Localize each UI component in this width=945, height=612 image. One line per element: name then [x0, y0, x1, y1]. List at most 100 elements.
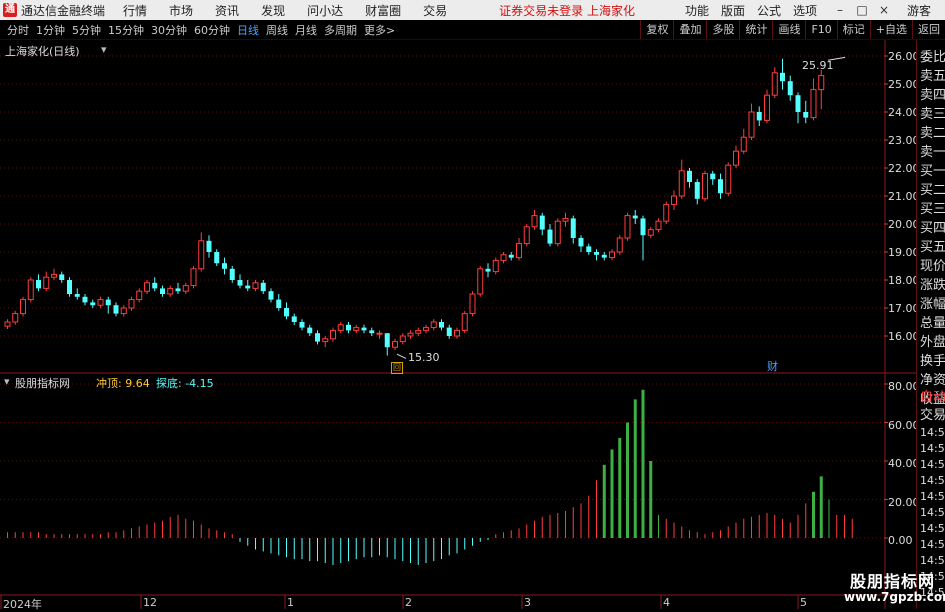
date-label: 3: [524, 596, 531, 609]
side-item-ask1[interactable]: 卖一: [920, 141, 945, 160]
side-item-bid1[interactable]: 买一: [920, 160, 945, 179]
kline-chart[interactable]: [0, 40, 916, 609]
candle-body: [268, 291, 274, 300]
tab-auto[interactable]: 自动: [920, 386, 945, 405]
candle-body: [640, 218, 646, 236]
add-watchlist-button[interactable]: +自选: [869, 20, 912, 39]
period-5min[interactable]: 5分钟: [72, 22, 101, 38]
tab-trade[interactable]: 交易: [920, 404, 945, 423]
candle-body: [562, 217, 569, 222]
side-item-ask3[interactable]: 卖三: [920, 103, 945, 122]
tick-time: 14:56: [920, 458, 945, 471]
candle-body: [764, 94, 770, 121]
candle-body: [678, 170, 685, 197]
draw-line-button[interactable]: 画线: [772, 20, 805, 39]
menu-item-layout[interactable]: 版面: [721, 2, 745, 19]
candle-body: [810, 89, 817, 119]
side-item-bid3[interactable]: 买三: [920, 198, 945, 217]
side-item-bid4[interactable]: 买四: [920, 217, 945, 236]
candle-body: [485, 268, 491, 272]
finance-event-tag[interactable]: 财: [767, 358, 778, 374]
candle-body: [12, 313, 19, 323]
period-multi[interactable]: 多周期: [324, 22, 357, 38]
candle-body: [252, 282, 259, 289]
side-item-turnover[interactable]: 换手: [920, 350, 945, 369]
statistics-button[interactable]: 统计: [739, 20, 772, 39]
price-tick: 18.00: [888, 274, 920, 287]
side-item-outer-volume[interactable]: 外盘: [920, 331, 945, 350]
indicator-options-icon[interactable]: ▾: [4, 375, 10, 388]
candle-body: [190, 268, 197, 287]
candle-body: [392, 341, 398, 348]
price-tick: 24.00: [888, 106, 920, 119]
candle-body: [229, 268, 235, 280]
side-item-ask5[interactable]: 卖五: [920, 65, 945, 84]
menu-item-quotes[interactable]: 行情: [123, 2, 147, 19]
candle-body: [795, 95, 801, 112]
candle-body: [346, 324, 351, 331]
period-monthly[interactable]: 月线: [295, 22, 317, 38]
candle-body: [780, 72, 785, 82]
candle-body: [771, 72, 778, 96]
min-price-label: 15.30: [408, 351, 440, 364]
login-notice[interactable]: 证券交易未登录 上海家化: [499, 2, 635, 19]
candle-body: [260, 282, 266, 292]
period-daily[interactable]: 日线: [237, 22, 259, 38]
menu-item-news[interactable]: 资讯: [215, 2, 239, 19]
side-item-bid5[interactable]: 买五: [920, 236, 945, 255]
period-1min[interactable]: 1分钟: [36, 22, 65, 38]
indicator-bar: [649, 461, 653, 538]
side-item-ask2[interactable]: 卖二: [920, 122, 945, 141]
side-item-change-pct[interactable]: 涨幅: [920, 293, 945, 312]
multi-stock-button[interactable]: 多股: [706, 20, 739, 39]
candle-body: [594, 252, 599, 255]
menu-item-trade[interactable]: 交易: [423, 2, 447, 19]
side-item-price[interactable]: 现价: [920, 255, 945, 274]
toolbar-right-buttons: 复权 叠加 多股 统计 画线 F10 标记 +自选 返回: [640, 20, 945, 39]
period-60min[interactable]: 60分钟: [194, 22, 230, 38]
candle-body: [655, 220, 662, 231]
side-item-commission-ratio[interactable]: 委比: [920, 46, 945, 65]
adjust-button[interactable]: 复权: [640, 20, 673, 39]
app-logo-icon: 通: [3, 3, 17, 17]
candle-body: [237, 280, 243, 286]
indicator-tick: 40.00: [888, 457, 920, 470]
period-more[interactable]: 更多>: [364, 22, 395, 38]
candle-body: [330, 329, 336, 340]
candle-body: [167, 287, 174, 295]
candle-body: [43, 276, 50, 289]
period-weekly[interactable]: 周线: [266, 22, 288, 38]
side-item-bid2[interactable]: 买二: [920, 179, 945, 198]
watermark-url: www.7gpzb.com: [844, 590, 945, 604]
side-item-change[interactable]: 涨跌: [920, 274, 945, 293]
guest-label[interactable]: 游客: [907, 2, 931, 19]
menu-item-functions[interactable]: 功能: [685, 2, 709, 19]
candle-body: [430, 321, 437, 329]
side-item-volume[interactable]: 总量: [920, 312, 945, 331]
overlay-button[interactable]: 叠加: [673, 20, 706, 39]
candle-body: [539, 215, 545, 230]
menu-item-wealth-circle[interactable]: 财富圈: [365, 2, 401, 19]
candle-body: [152, 282, 158, 289]
tick-time: 14:56: [920, 474, 945, 487]
mark-button[interactable]: 标记: [836, 20, 870, 39]
f10-button[interactable]: F10: [805, 20, 836, 39]
chart-options-icon[interactable]: ▾: [101, 43, 107, 56]
side-item-ask4[interactable]: 卖四: [920, 84, 945, 103]
menu-item-market[interactable]: 市场: [169, 2, 193, 19]
close-icon[interactable]: ×: [873, 3, 895, 17]
candle-body: [276, 299, 282, 308]
event-marker-icon[interactable]: 回: [391, 362, 403, 374]
period-timeshare[interactable]: 分时: [7, 22, 29, 38]
maximize-icon[interactable]: □: [851, 3, 873, 17]
period-15min[interactable]: 15分钟: [108, 22, 144, 38]
back-button[interactable]: 返回: [912, 20, 945, 39]
menu-item-discover[interactable]: 发现: [261, 2, 285, 19]
quote-side-panel: 委比 卖五 卖四 卖三 卖二 卖一 买一 买二 买三 买四 买五 现价 涨跌 涨…: [916, 40, 945, 609]
menu-item-formula[interactable]: 公式: [757, 2, 781, 19]
period-30min[interactable]: 30分钟: [151, 22, 187, 38]
menu-item-ask[interactable]: 问小达: [307, 2, 343, 19]
minimize-icon[interactable]: –: [829, 3, 851, 17]
candle-body: [694, 182, 700, 199]
menu-item-options[interactable]: 选项: [793, 2, 817, 19]
